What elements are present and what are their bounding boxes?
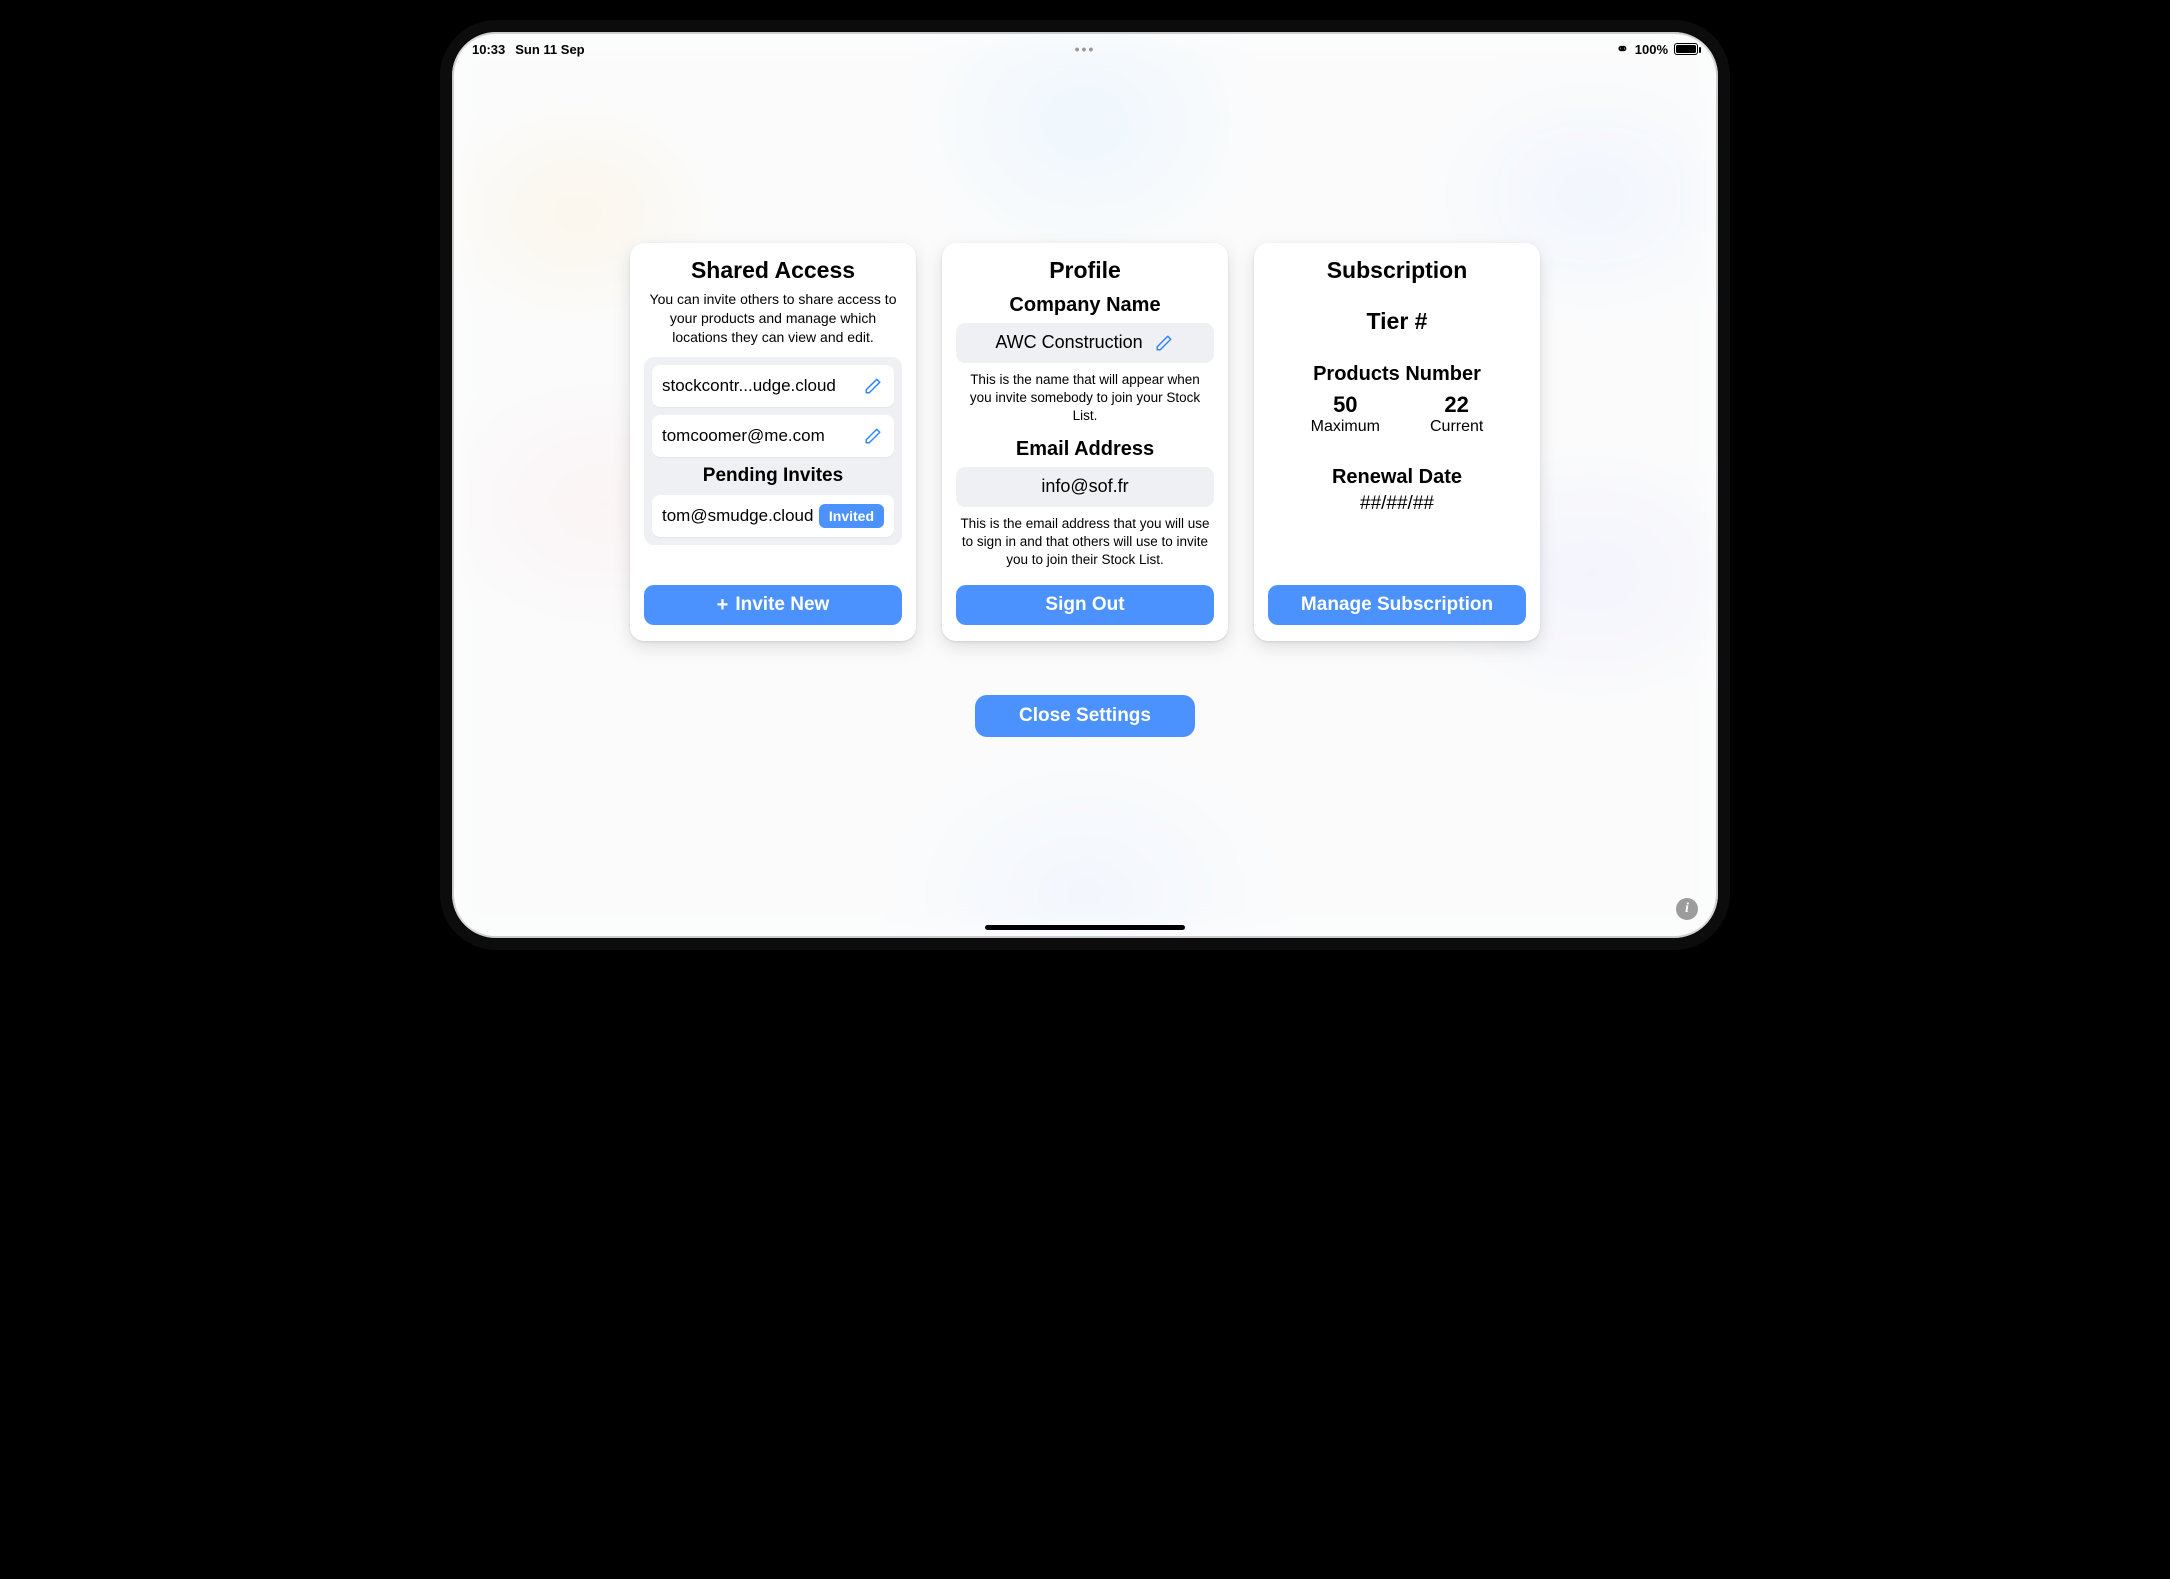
member-row[interactable]: stockcontr...udge.cloud: [652, 365, 894, 407]
subscription-card: Subscription Tier # Products Number 50 M…: [1254, 243, 1540, 641]
shared-access-desc: You can invite others to share access to…: [644, 290, 902, 347]
shared-access-title: Shared Access: [644, 257, 902, 284]
info-icon[interactable]: i: [1676, 898, 1698, 920]
status-date: Sun 11 Sep: [515, 42, 584, 57]
ipad-frame: 10:33 Sun 11 Sep ••• ⚭ 100% Shared Acces…: [440, 20, 1730, 950]
pencil-icon[interactable]: [862, 425, 884, 447]
renewal-label: Renewal Date: [1268, 466, 1526, 489]
company-name-value: AWC Construction: [995, 332, 1142, 353]
profile-card: Profile Company Name AWC Construction Th…: [942, 243, 1228, 641]
invited-badge: Invited: [819, 504, 884, 528]
invite-new-button[interactable]: + Invite New: [644, 585, 902, 625]
email-value: info@sof.fr: [1041, 476, 1128, 497]
email-label: Email Address: [956, 438, 1214, 461]
shared-access-card: Shared Access You can invite others to s…: [630, 243, 916, 641]
member-row[interactable]: tomcoomer@me.com: [652, 415, 894, 457]
pencil-icon[interactable]: [1153, 332, 1175, 354]
status-time: 10:33: [472, 42, 505, 57]
manage-subscription-label: Manage Subscription: [1301, 594, 1493, 616]
email-hint: This is the email address that you will …: [960, 515, 1210, 570]
products-stats: 50 Maximum 22 Current: [1268, 392, 1526, 436]
battery-percent: 100%: [1635, 42, 1668, 57]
renewal-value: ##/##/##: [1268, 493, 1526, 515]
link-icon: ⚭: [1616, 42, 1629, 57]
status-bar: 10:33 Sun 11 Sep ••• ⚭ 100%: [452, 32, 1718, 60]
company-name-hint: This is the name that will appear when y…: [960, 371, 1210, 426]
sign-out-button[interactable]: Sign Out: [956, 585, 1214, 625]
home-indicator[interactable]: [985, 925, 1185, 930]
max-label: Maximum: [1311, 418, 1380, 436]
pending-email: tom@smudge.cloud: [662, 506, 813, 526]
pending-invites-title: Pending Invites: [652, 465, 894, 487]
current-label: Current: [1430, 418, 1483, 436]
company-name-field[interactable]: AWC Construction: [956, 323, 1214, 363]
subscription-tier: Tier #: [1268, 308, 1526, 335]
multitask-dots[interactable]: •••: [1075, 41, 1096, 57]
sign-out-label: Sign Out: [1045, 594, 1124, 616]
pencil-icon[interactable]: [862, 375, 884, 397]
company-name-label: Company Name: [956, 294, 1214, 317]
max-value: 50: [1311, 392, 1380, 418]
member-email: stockcontr...udge.cloud: [662, 376, 836, 396]
products-number-label: Products Number: [1268, 363, 1526, 386]
current-value: 22: [1430, 392, 1483, 418]
pending-row[interactable]: tom@smudge.cloud Invited: [652, 495, 894, 537]
email-field[interactable]: info@sof.fr: [956, 467, 1214, 507]
member-email: tomcoomer@me.com: [662, 426, 825, 446]
plus-icon: +: [717, 595, 729, 615]
subscription-title: Subscription: [1268, 257, 1526, 284]
close-settings-button[interactable]: Close Settings: [975, 695, 1195, 737]
shared-access-list: stockcontr...udge.cloud tomcoomer@me.com…: [644, 357, 902, 545]
manage-subscription-button[interactable]: Manage Subscription: [1268, 585, 1526, 625]
invite-new-label: Invite New: [735, 594, 829, 616]
battery-icon: [1674, 43, 1698, 55]
profile-title: Profile: [956, 257, 1214, 284]
